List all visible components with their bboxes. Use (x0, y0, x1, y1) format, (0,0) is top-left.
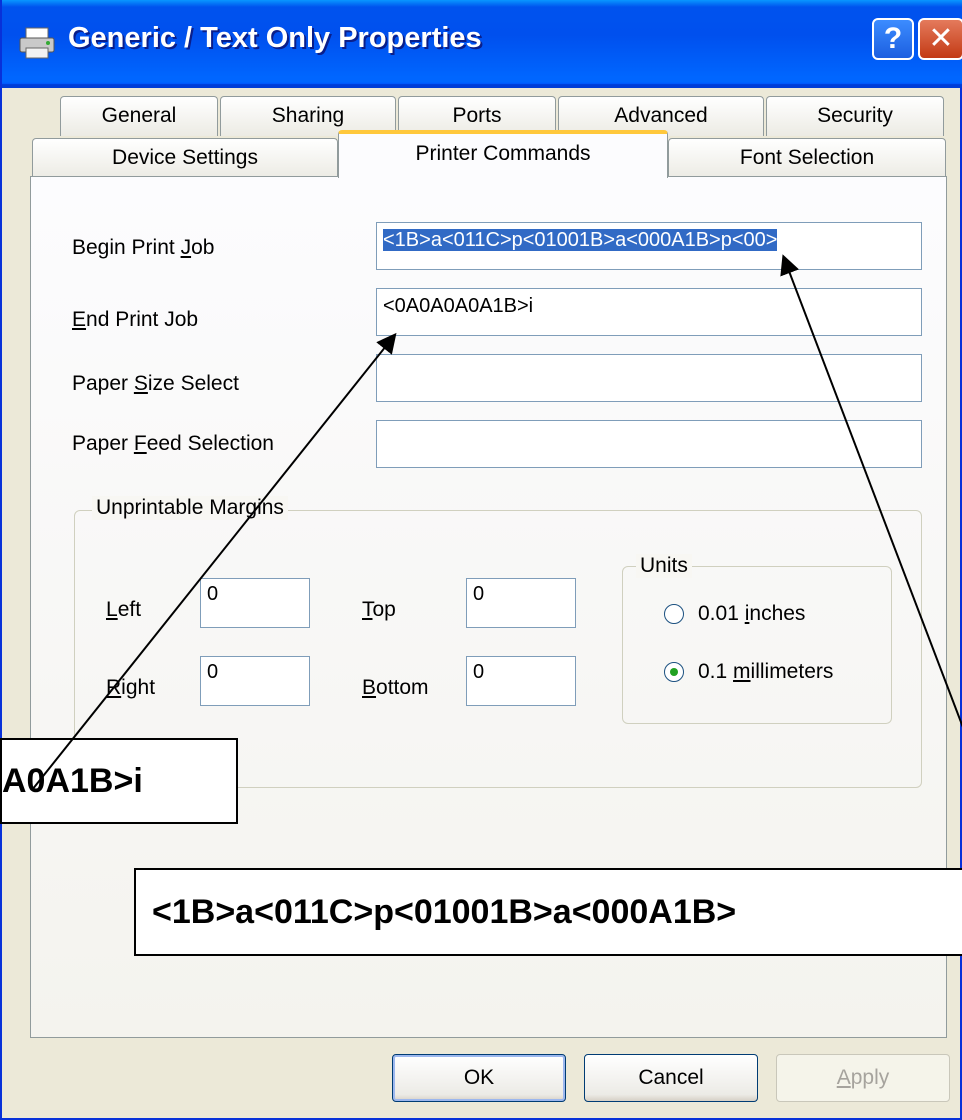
tab-font-selection[interactable]: Font Selection (668, 138, 946, 178)
close-button[interactable]: ✕ (918, 18, 962, 60)
left-margin-label: Left (106, 598, 142, 621)
top-margin-input[interactable]: 0 (466, 578, 576, 628)
radio-selected-dot (670, 668, 678, 676)
title-bar[interactable]: Generic / Text Only Properties ? ✕ (2, 0, 962, 88)
units-group (622, 566, 892, 724)
help-button[interactable]: ? (872, 18, 914, 60)
top-margin-label: Top (362, 598, 396, 621)
window-title: Generic / Text Only Properties (68, 22, 482, 54)
help-icon: ? (883, 22, 903, 55)
cancel-button[interactable]: Cancel (584, 1054, 758, 1102)
inches-radio[interactable] (664, 604, 684, 624)
tab-printer-commands[interactable]: Printer Commands (338, 130, 668, 178)
tab-device-settings[interactable]: Device Settings (32, 138, 338, 178)
inches-label: 0.01 inches (698, 602, 806, 625)
end-print-job-label: End Print Job (72, 308, 199, 331)
begin-print-job-value: <1B>a<011C>p<01001B>a<000A1B>p<00> (383, 229, 778, 251)
millimeters-label: 0.1 millimeters (698, 660, 834, 683)
tab-security[interactable]: Security (766, 96, 944, 136)
left-margin-input[interactable]: 0 (200, 578, 310, 628)
end-print-job-value: <0A0A0A0A1B>i (383, 295, 534, 317)
bottom-margin-label: Bottom (362, 676, 429, 699)
paper-size-select-field[interactable] (376, 354, 922, 402)
right-margin-label: Right (106, 676, 156, 699)
begin-job-callout: <1B>a<011C>p<01001B>a<000A1B> (134, 868, 962, 956)
paper-size-select-label: Paper Size Select (72, 372, 239, 395)
tab-general[interactable]: General (60, 96, 218, 136)
begin-print-job-field[interactable]: <1B>a<011C>p<01001B>a<000A1B>p<00> (376, 222, 922, 270)
paper-feed-selection-label: Paper Feed Selection (72, 432, 274, 455)
bottom-margin-input[interactable]: 0 (466, 656, 576, 706)
end-job-callout: A0A1B>i (0, 738, 238, 824)
end-print-job-field[interactable]: <0A0A0A0A1B>i (376, 288, 922, 336)
close-icon: ✕ (928, 22, 954, 55)
millimeters-radio[interactable] (664, 662, 684, 682)
begin-print-job-label: Begin Print Job (72, 236, 215, 259)
apply-button[interactable]: Apply (776, 1054, 950, 1102)
unprintable-margins-legend: Unprintable Margins (92, 496, 288, 520)
properties-dialog: Generic / Text Only Properties ? ✕ Gener… (0, 0, 962, 1120)
printer-icon (19, 27, 55, 59)
right-margin-input[interactable]: 0 (200, 656, 310, 706)
ok-button[interactable]: OK (392, 1054, 566, 1102)
units-legend: Units (636, 554, 692, 578)
paper-feed-selection-field[interactable] (376, 420, 922, 468)
